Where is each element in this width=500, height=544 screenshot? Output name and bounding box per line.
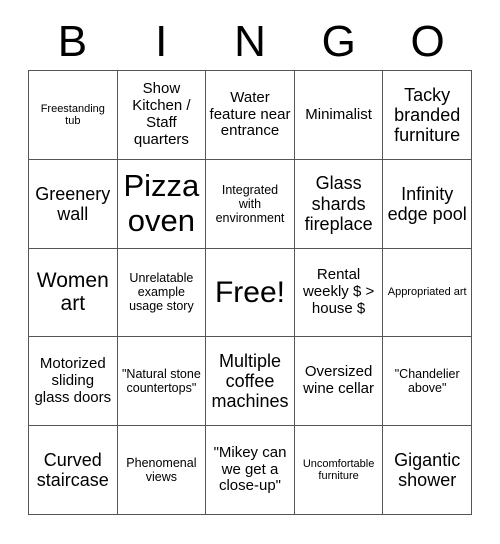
bingo-cell-label: Rental weekly $ > house $ xyxy=(302,266,375,317)
bingo-cell-r4c1[interactable]: Motorized sliding glass doors xyxy=(29,337,118,427)
bingo-cell-r1c2[interactable]: Show Kitchen / Staff quarters xyxy=(117,71,207,160)
bingo-cell-label: Gigantic shower xyxy=(394,449,461,491)
bingo-cell-r3c3[interactable]: Free! xyxy=(206,248,295,338)
bingo-cell-label: Pizza oven xyxy=(123,167,200,238)
bingo-header-letter-b: B xyxy=(57,17,88,66)
bingo-cell-label: Curved staircase xyxy=(36,449,109,491)
bingo-cell-label: Glass shards fireplace xyxy=(304,173,373,234)
bingo-card: B I N G O Freestanding tub Show Kitchen /… xyxy=(0,0,500,544)
bingo-cell-label: Integrated with environment xyxy=(215,182,285,225)
bingo-cell-r5c3[interactable]: "Mikey can we get a close-up" xyxy=(206,426,295,515)
bingo-cell-label: Tacky branded furniture xyxy=(394,84,461,145)
bingo-cell-r3c4[interactable]: Rental weekly $ > house $ xyxy=(294,248,384,338)
bingo-header-letter-n: N xyxy=(234,17,266,66)
bingo-cell-r2c1[interactable]: Greenery wall xyxy=(29,159,118,249)
bingo-cell-r1c4[interactable]: Minimalist xyxy=(294,71,384,160)
bingo-cell-label: "Mikey can we get a close-up" xyxy=(213,443,287,495)
bingo-cell-label: Uncomfortable furniture xyxy=(302,457,375,483)
bingo-header-letter-i: I xyxy=(155,17,168,66)
bingo-cell-label: Free! xyxy=(214,275,285,309)
bingo-cell-r5c4[interactable]: Uncomfortable furniture xyxy=(294,426,384,515)
bingo-cell-label: Unrelatable example usage story xyxy=(129,271,194,314)
bingo-cell-r3c5[interactable]: Appropriated art xyxy=(383,248,472,338)
bingo-cell-label: "Natural stone countertops" xyxy=(121,367,201,396)
bingo-cell-r4c3[interactable]: Multiple coffee machines xyxy=(206,337,295,427)
bingo-cell-r3c2[interactable]: Unrelatable example usage story xyxy=(117,248,207,338)
bingo-cell-r3c1[interactable]: Women art xyxy=(29,248,118,338)
bingo-cell-r2c3[interactable]: Integrated with environment xyxy=(206,159,295,249)
bingo-cell-r1c1[interactable]: Freestanding tub xyxy=(29,71,118,160)
bingo-header-row: B I N G O xyxy=(28,14,472,70)
bingo-grid: Freestanding tub Show Kitchen / Staff qua… xyxy=(28,70,472,515)
bingo-cell-label: Oversized wine cellar xyxy=(303,363,375,398)
bingo-cell-r4c2[interactable]: "Natural stone countertops" xyxy=(117,337,207,427)
bingo-cell-label: Appropriated art xyxy=(387,286,467,299)
bingo-cell-label: Phenomenal views xyxy=(126,456,197,485)
bingo-header-letter-g: G xyxy=(321,17,356,66)
bingo-cell-label: Women art xyxy=(36,268,109,316)
bingo-cell-label: Minimalist xyxy=(305,105,372,123)
bingo-cell-label: Greenery wall xyxy=(35,183,111,224)
bingo-cell-r2c4[interactable]: Glass shards fireplace xyxy=(294,159,384,249)
bingo-header-letter-o: O xyxy=(410,17,445,66)
bingo-cell-r1c5[interactable]: Tacky branded furniture xyxy=(383,71,472,160)
bingo-cell-r2c5[interactable]: Infinity edge pool xyxy=(383,159,472,249)
bingo-cell-label: Freestanding tub xyxy=(40,102,105,127)
bingo-cell-r1c3[interactable]: Water feature near entrance xyxy=(206,71,295,160)
bingo-cell-r5c5[interactable]: Gigantic shower xyxy=(383,426,472,515)
bingo-cell-label: "Chandelier above" xyxy=(394,367,460,396)
bingo-cell-r5c2[interactable]: Phenomenal views xyxy=(117,426,207,515)
bingo-cell-r5c1[interactable]: Curved staircase xyxy=(29,426,118,515)
bingo-cell-label: Multiple coffee machines xyxy=(211,351,289,412)
bingo-cell-r4c5[interactable]: "Chandelier above" xyxy=(383,337,472,427)
bingo-cell-label: Water feature near entrance xyxy=(209,88,291,140)
bingo-cell-label: Infinity edge pool xyxy=(387,183,467,224)
bingo-cell-label: Motorized sliding glass doors xyxy=(34,355,112,406)
bingo-cell-label: Show Kitchen / Staff quarters xyxy=(132,80,191,148)
bingo-cell-r4c4[interactable]: Oversized wine cellar xyxy=(294,337,384,427)
bingo-cell-r2c2[interactable]: Pizza oven xyxy=(117,159,207,249)
